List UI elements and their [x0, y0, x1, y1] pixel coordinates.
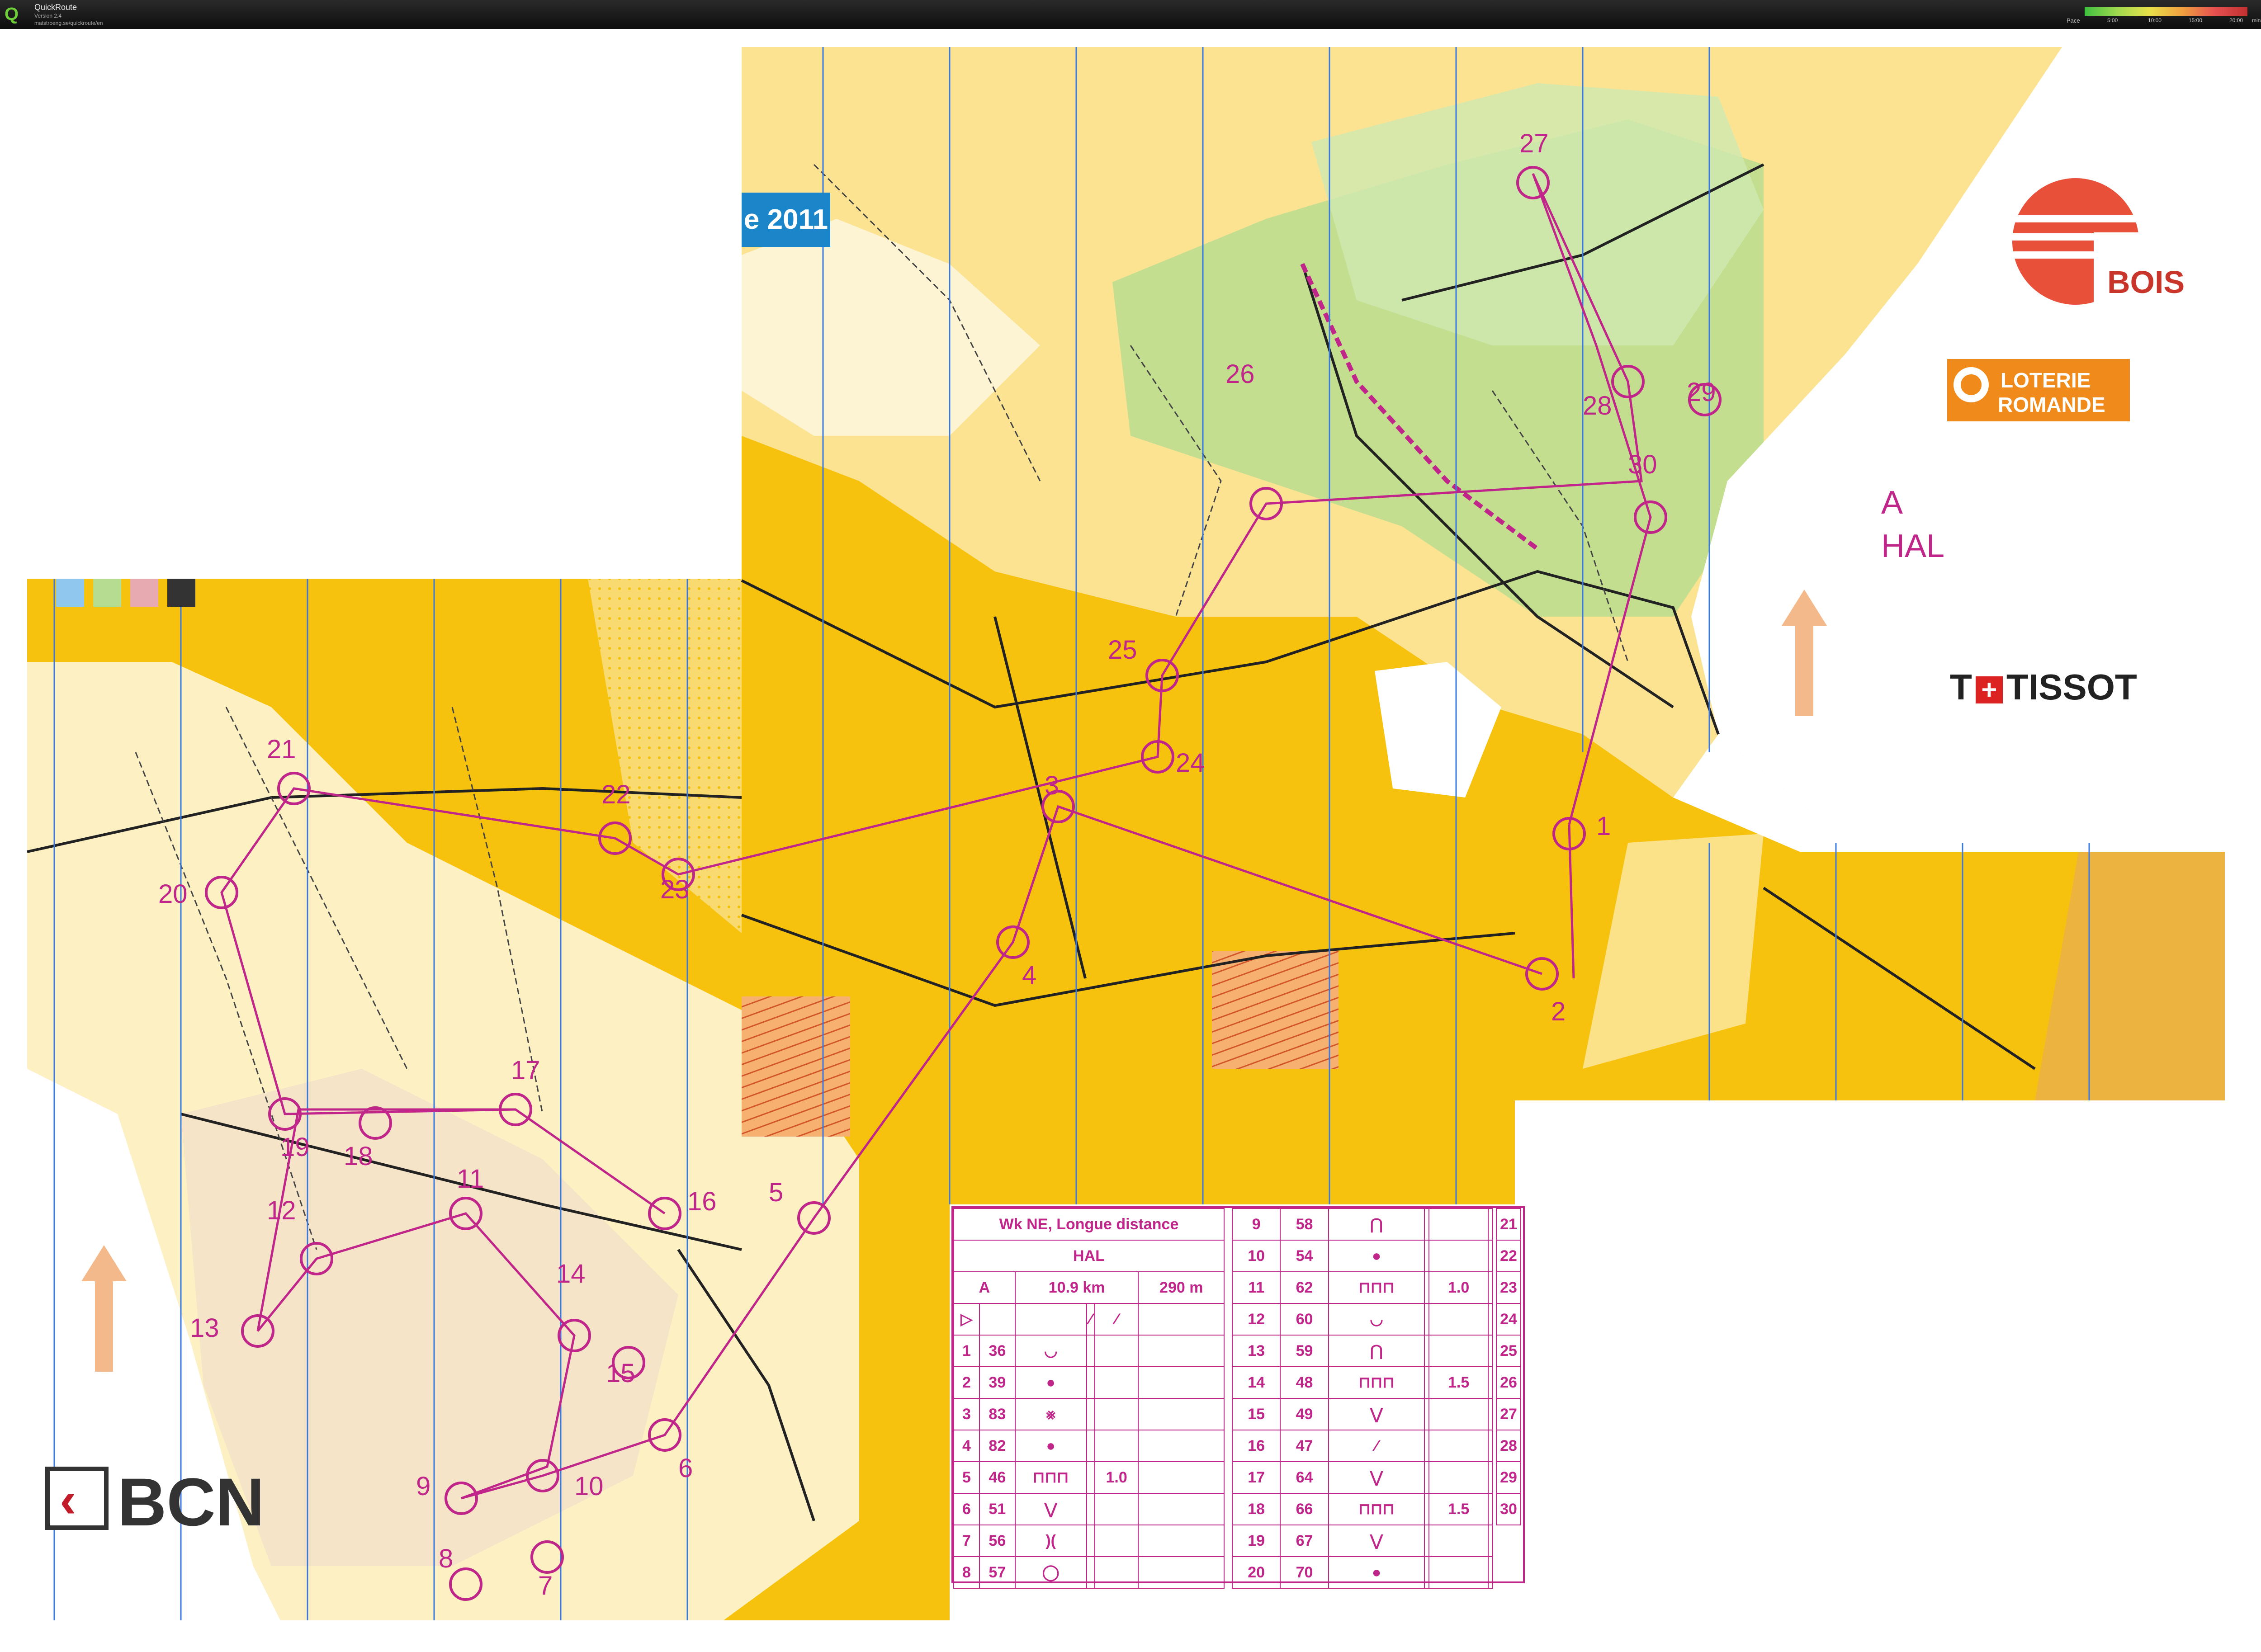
- description-row: 15 49 ⋁: [1231, 1398, 1494, 1430]
- climb-cell: 290 m: [1138, 1271, 1225, 1304]
- pace-tick: 10:00: [2148, 17, 2162, 24]
- app-name: QuickRoute: [34, 3, 77, 12]
- app-version: Version 2.4: [34, 13, 62, 19]
- loterie-text: ROMANDE: [1998, 393, 2105, 416]
- description-row: 13 59 ⋂: [1231, 1335, 1494, 1367]
- control-number: 12: [267, 1196, 296, 1225]
- course-class: A: [1881, 485, 1903, 521]
- tissot-prefix: T: [1950, 667, 1972, 707]
- control-number: 25: [1108, 635, 1137, 665]
- swiss-cross-icon: +: [1975, 676, 2003, 703]
- app-url[interactable]: matstroeng.se/quickroute/en: [34, 20, 103, 26]
- pace-unit: min/km: [2252, 17, 2261, 24]
- bcn-logo-icon: ‹: [45, 1467, 109, 1530]
- start-triangle-icon: ▷: [953, 1303, 980, 1336]
- control-number: 21: [267, 735, 296, 764]
- event-year-banner: e 2011: [742, 193, 830, 247]
- control-number: 13: [190, 1313, 219, 1343]
- control-number: 14: [556, 1259, 586, 1289]
- loterie-ring-icon: [1954, 367, 1989, 402]
- description-column-left: Wk NE, Longue distance HAL A 10.9 km 290…: [953, 1208, 1225, 1589]
- control-description-sheet: Wk NE, Longue distance HAL A 10.9 km 290…: [951, 1206, 1525, 1589]
- control-number: 30: [1628, 450, 1657, 479]
- description-column-right: 9 58 ⋂ 10 54 ● 11 62 ⊓⊓⊓ 1.0 12 60 ◡ 13 59 ⋂ 14 48 ⊓⊓…: [1231, 1208, 1494, 1589]
- description-row: 1 36 ◡: [953, 1335, 1225, 1367]
- sponsor-tissot: T + TISSOT: [1950, 666, 2137, 708]
- control-number: 10: [574, 1472, 604, 1501]
- pace-tick: 5:00: [2107, 17, 2118, 24]
- blank-area: [1519, 1105, 2261, 1652]
- control-number: 1: [1596, 812, 1611, 841]
- control-number: 29: [1687, 378, 1716, 407]
- sponsor-loterie-romande: LOTERIE ROMANDE: [1947, 359, 2130, 421]
- pace-color-scale: [2085, 7, 2247, 16]
- tissot-text: TISSOT: [2006, 667, 2137, 707]
- app-titlebar: Q QuickRoute Version 2.4 matstroeng.se/q…: [0, 0, 2261, 29]
- control-number: 7: [538, 1571, 553, 1600]
- loterie-text: LOTERIE: [2001, 368, 2091, 392]
- course-name: HAL: [1881, 528, 1945, 564]
- description-row: 18 66 ⊓⊓⊓ 1.5: [1231, 1493, 1494, 1525]
- description-column-third: 21 22 23 24 25 26 27 28 29 30: [1496, 1208, 1521, 1525]
- bcn-text: BCN: [118, 1464, 265, 1540]
- control-number: 5: [769, 1178, 784, 1207]
- control-number: 17: [511, 1056, 540, 1085]
- description-row: 19 67 ⋁: [1231, 1525, 1494, 1557]
- pace-tick: 15:00: [2189, 17, 2203, 24]
- control-number: 4: [1022, 961, 1037, 990]
- control-number: 24: [1176, 748, 1205, 778]
- control-number: 9: [416, 1472, 431, 1501]
- description-row: 4 82 ●: [953, 1430, 1225, 1462]
- control-number: 26: [1225, 359, 1255, 389]
- course-name: HAL: [953, 1240, 1225, 1272]
- control-number: 11: [457, 1164, 484, 1194]
- description-row: 20 70 ●: [1231, 1556, 1494, 1589]
- control-number: 15: [606, 1359, 635, 1388]
- control-number: 20: [158, 879, 188, 909]
- class-cell: A: [953, 1271, 1016, 1304]
- control-number: 16: [687, 1187, 717, 1216]
- description-row: 9 58 ⋂: [1231, 1208, 1494, 1241]
- description-row: 12 60 ◡: [1231, 1303, 1494, 1336]
- description-row: 16 47 ⁄: [1231, 1430, 1494, 1462]
- sponsor-bois: BOIS: [2107, 264, 2185, 300]
- description-row: 10 54 ●: [1231, 1240, 1494, 1272]
- description-row: 11 62 ⊓⊓⊓ 1.0: [1231, 1271, 1494, 1304]
- description-row: 17 64 ⋁: [1231, 1461, 1494, 1494]
- length-cell: 10.9 km: [1014, 1271, 1139, 1304]
- map-canvas[interactable]: 1 2 3 4 5 6 7 8 9 10 11 12 13 14 15 16 1…: [0, 29, 2261, 1652]
- description-row: 5 46 ⊓⊓⊓ 1.0: [953, 1461, 1225, 1494]
- control-number: 18: [344, 1142, 373, 1171]
- control-number: 2: [1551, 997, 1566, 1026]
- description-row: 6 51 ⋁: [953, 1493, 1225, 1525]
- course-title: A HAL: [1881, 481, 1944, 568]
- pace-tick: 20:00: [2229, 17, 2243, 24]
- control-number: 8: [439, 1544, 454, 1573]
- description-row: 7 56)(: [953, 1525, 1225, 1557]
- control-number: 22: [601, 780, 631, 809]
- control-number: 27: [1519, 129, 1549, 158]
- pace-legend-label: Pace: [2067, 17, 2080, 24]
- control-number: 19: [280, 1133, 310, 1162]
- control-number: 23: [660, 875, 690, 904]
- control-number: 6: [678, 1454, 693, 1483]
- blank-area: [0, 29, 742, 579]
- description-row: 3 83 ⨳: [953, 1398, 1225, 1430]
- pace-scale-ticks: 5:00 10:00 15:00 20:00: [2085, 17, 2247, 24]
- description-row: 2 39 ●: [953, 1366, 1225, 1399]
- control-number: 28: [1583, 391, 1612, 420]
- quickroute-logo-icon: Q: [5, 4, 19, 24]
- control-number: 3: [1045, 771, 1060, 800]
- description-row: 14 48 ⊓⊓⊓ 1.5: [1231, 1366, 1494, 1399]
- event-name: Wk NE, Longue distance: [953, 1208, 1225, 1241]
- description-row: 8 57 ◯: [953, 1556, 1225, 1589]
